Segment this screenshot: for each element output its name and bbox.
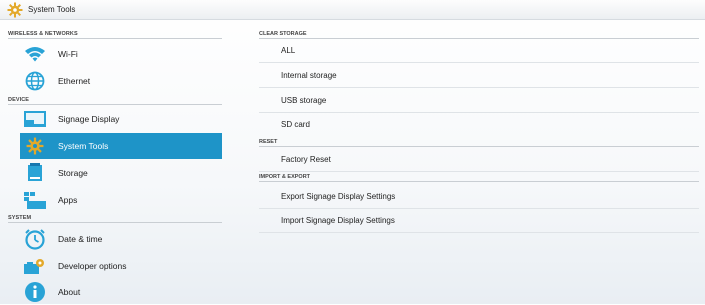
info-icon (22, 280, 48, 304)
sidebar-item-system-tools[interactable]: System Tools (20, 133, 222, 159)
sidebar-item-label: Storage (58, 168, 88, 178)
window-title: System Tools (28, 5, 76, 14)
section-header-clear-storage: CLEAR STORAGE (259, 31, 307, 37)
sidebar-item-about[interactable]: About (20, 279, 222, 305)
divider (8, 104, 222, 105)
title-bar: System Tools (0, 0, 705, 20)
export-settings-button[interactable]: Export Signage Display Settings (259, 184, 699, 209)
system-tools-detail-pane: CLEAR STORAGE ALL Internal storage USB s… (251, 19, 705, 304)
sidebar-item-label: Developer options (58, 261, 127, 271)
clock-icon (22, 227, 48, 251)
sidebar-item-developer-options[interactable]: Developer options (20, 253, 222, 279)
ethernet-globe-icon (22, 69, 48, 93)
sidebar-item-label: About (58, 287, 81, 297)
storage-icon (22, 161, 48, 185)
list-item-label: Internal storage (281, 70, 337, 80)
display-icon (22, 107, 48, 131)
sidebar-item-label: Signage Display (58, 114, 120, 124)
list-item-label: USB storage (281, 95, 327, 105)
clear-internal-storage-button[interactable]: Internal storage (259, 63, 699, 88)
sidebar-item-label: Apps (58, 195, 78, 205)
settings-categories-pane: WIRELESS & NETWORKS Wi-Fi Ethernet DEVIC… (0, 19, 226, 304)
gear-icon (6, 1, 24, 19)
sidebar-item-signage-display[interactable]: Signage Display (20, 106, 222, 132)
factory-reset-button[interactable]: Factory Reset (259, 147, 699, 172)
sidebar-item-label: Date & time (58, 234, 103, 244)
divider (8, 38, 222, 39)
import-settings-button[interactable]: Import Signage Display Settings (259, 208, 699, 233)
developer-options-icon (22, 254, 48, 278)
divider (259, 181, 699, 182)
gear-icon (22, 134, 48, 158)
sidebar-item-wifi[interactable]: Wi-Fi (20, 41, 222, 67)
section-header-import-export: IMPORT & EXPORT (259, 174, 311, 180)
sidebar-item-ethernet[interactable]: Ethernet (20, 68, 222, 94)
section-header-wireless: WIRELESS & NETWORKS (8, 31, 78, 37)
wifi-icon (22, 42, 48, 66)
section-header-system: SYSTEM (8, 215, 32, 221)
divider (8, 222, 222, 223)
list-item-label: SD card (281, 119, 310, 129)
list-item-label: ALL (281, 45, 296, 55)
list-item-label: Factory Reset (281, 154, 331, 164)
sidebar-item-date-time[interactable]: Date & time (20, 226, 222, 252)
sidebar-item-label: Ethernet (58, 76, 91, 86)
sidebar-item-label: System Tools (58, 141, 109, 151)
list-item-label: Import Signage Display Settings (281, 215, 395, 225)
clear-all-button[interactable]: ALL (259, 38, 699, 63)
sidebar-item-storage[interactable]: Storage (20, 160, 222, 186)
clear-usb-storage-button[interactable]: USB storage (259, 88, 699, 113)
list-item-label: Export Signage Display Settings (281, 191, 396, 201)
apps-icon (22, 188, 48, 212)
sidebar-item-label: Wi-Fi (58, 49, 78, 59)
clear-sd-card-button[interactable]: SD card (259, 112, 699, 136)
section-header-reset: RESET (259, 139, 278, 145)
sidebar-item-apps[interactable]: Apps (20, 187, 222, 213)
section-header-device: DEVICE (8, 97, 30, 103)
